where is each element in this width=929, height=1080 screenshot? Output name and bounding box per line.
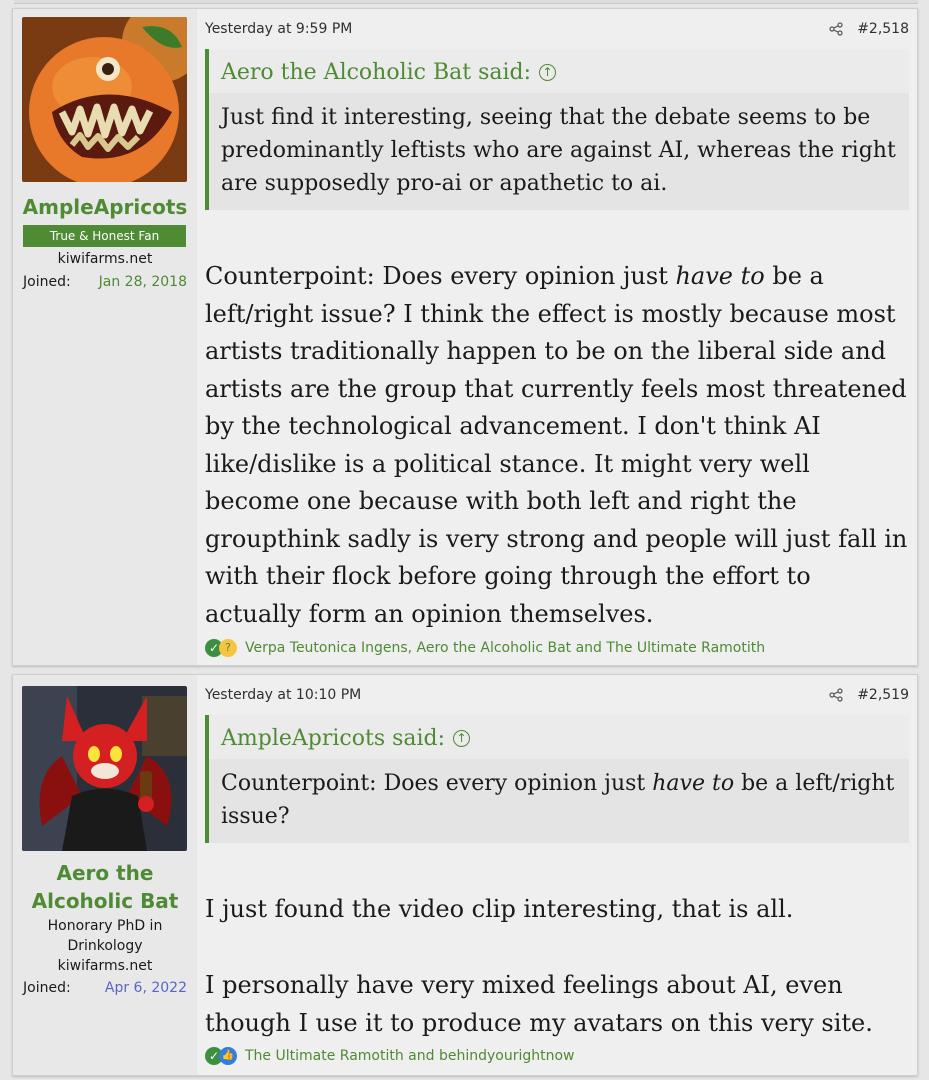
post-body: Counterpoint: Does every opinion just ha… <box>205 258 909 633</box>
reactions-bar[interactable]: ✓ 👍 The Ultimate Ramotith and behindyour… <box>205 1047 575 1065</box>
post-timestamp[interactable]: Yesterday at 10:10 PM <box>205 687 361 703</box>
post-main: Yesterday at 9:59 PM #2,518 Aero the Alc… <box>205 9 909 665</box>
joined-date: Apr 6, 2022 <box>104 980 187 996</box>
user-title: Honorary PhD in Drinkology <box>47 918 163 954</box>
post-main: Yesterday at 10:10 PM #2,519 AmpleAprico… <box>205 675 909 1075</box>
post: AmpleApricots True & Honest Fan kiwifarm… <box>12 8 918 666</box>
post-body-paragraph-2: I personally have very mixed feelings ab… <box>205 971 873 1037</box>
quote-block: AmpleApricots said: ↑ Counterpoint: Does… <box>205 715 909 843</box>
quote-emphasis: have to <box>652 771 735 796</box>
body-text-after: be a left/right issue? I think the effec… <box>205 262 908 628</box>
quote-author[interactable]: Aero the Alcoholic Bat said: <box>221 60 531 85</box>
username-line-1[interactable]: Aero the <box>13 859 197 887</box>
body-text-before: Counterpoint: Does every opinion just <box>205 262 676 290</box>
user-site: kiwifarms.net <box>57 251 153 267</box>
post-body-paragraph-1: I just found the video clip interesting,… <box>205 895 794 923</box>
reactions-list[interactable]: The Ultimate Ramotith and behindyouright… <box>245 1048 575 1064</box>
post-number[interactable]: #2,518 <box>857 21 909 37</box>
user-banner: True & Honest Fan <box>23 225 186 247</box>
reaction-like-icon: 👍 <box>219 1047 237 1065</box>
previous-post-edge <box>14 0 918 4</box>
post-number[interactable]: #2,519 <box>857 687 909 703</box>
joined-row: Joined: Apr 6, 2022 <box>23 980 187 996</box>
joined-label: Joined: <box>23 274 71 290</box>
joined-label: Joined: <box>23 980 71 996</box>
avatar[interactable] <box>22 686 187 851</box>
quote-header[interactable]: Aero the Alcoholic Bat said: ↑ <box>209 49 909 93</box>
user-cell: AmpleApricots True & Honest Fan kiwifarm… <box>13 9 197 665</box>
post: Aero the Alcoholic Bat Honorary PhD in D… <box>12 674 918 1076</box>
quote-text: Just find it interesting, seeing that th… <box>221 105 896 196</box>
quote-author[interactable]: AmpleApricots said: <box>221 726 445 751</box>
share-icon[interactable] <box>829 688 843 702</box>
post-timestamp[interactable]: Yesterday at 9:59 PM <box>205 21 352 37</box>
post-meta: Yesterday at 9:59 PM #2,518 <box>205 21 909 37</box>
reactions-bar[interactable]: ✓ ? Verpa Teutonica Ingens, Aero the Alc… <box>205 639 765 657</box>
username-line-2[interactable]: Alcoholic Bat <box>13 887 197 915</box>
quote-text-before: Counterpoint: Does every opinion just <box>221 771 653 796</box>
post-actions: #2,518 <box>829 21 909 37</box>
quote-header[interactable]: AmpleApricots said: ↑ <box>209 715 909 759</box>
reactions-list[interactable]: Verpa Teutonica Ingens, Aero the Alcohol… <box>245 640 765 656</box>
user-site: kiwifarms.net <box>57 958 153 974</box>
quote-arrow-up-icon[interactable]: ↑ <box>453 729 471 747</box>
avatar-image <box>22 17 187 182</box>
reaction-thinking-icon: ? <box>219 639 237 657</box>
username[interactable]: AmpleApricots <box>13 193 197 221</box>
share-icon[interactable] <box>829 22 843 36</box>
avatar[interactable] <box>22 17 187 182</box>
body-emphasis: have to <box>675 262 765 290</box>
post-actions: #2,519 <box>829 687 909 703</box>
quote-block: Aero the Alcoholic Bat said: ↑ Just find… <box>205 49 909 210</box>
avatar-image <box>22 686 187 851</box>
quote-arrow-up-icon[interactable]: ↑ <box>539 63 557 81</box>
user-cell: Aero the Alcoholic Bat Honorary PhD in D… <box>13 675 197 1075</box>
quote-text: Counterpoint: Does every opinion just ha… <box>209 759 909 843</box>
post-meta: Yesterday at 10:10 PM #2,519 <box>205 687 909 703</box>
joined-row: Joined: Jan 28, 2018 <box>23 274 187 290</box>
joined-date: Jan 28, 2018 <box>98 274 187 290</box>
